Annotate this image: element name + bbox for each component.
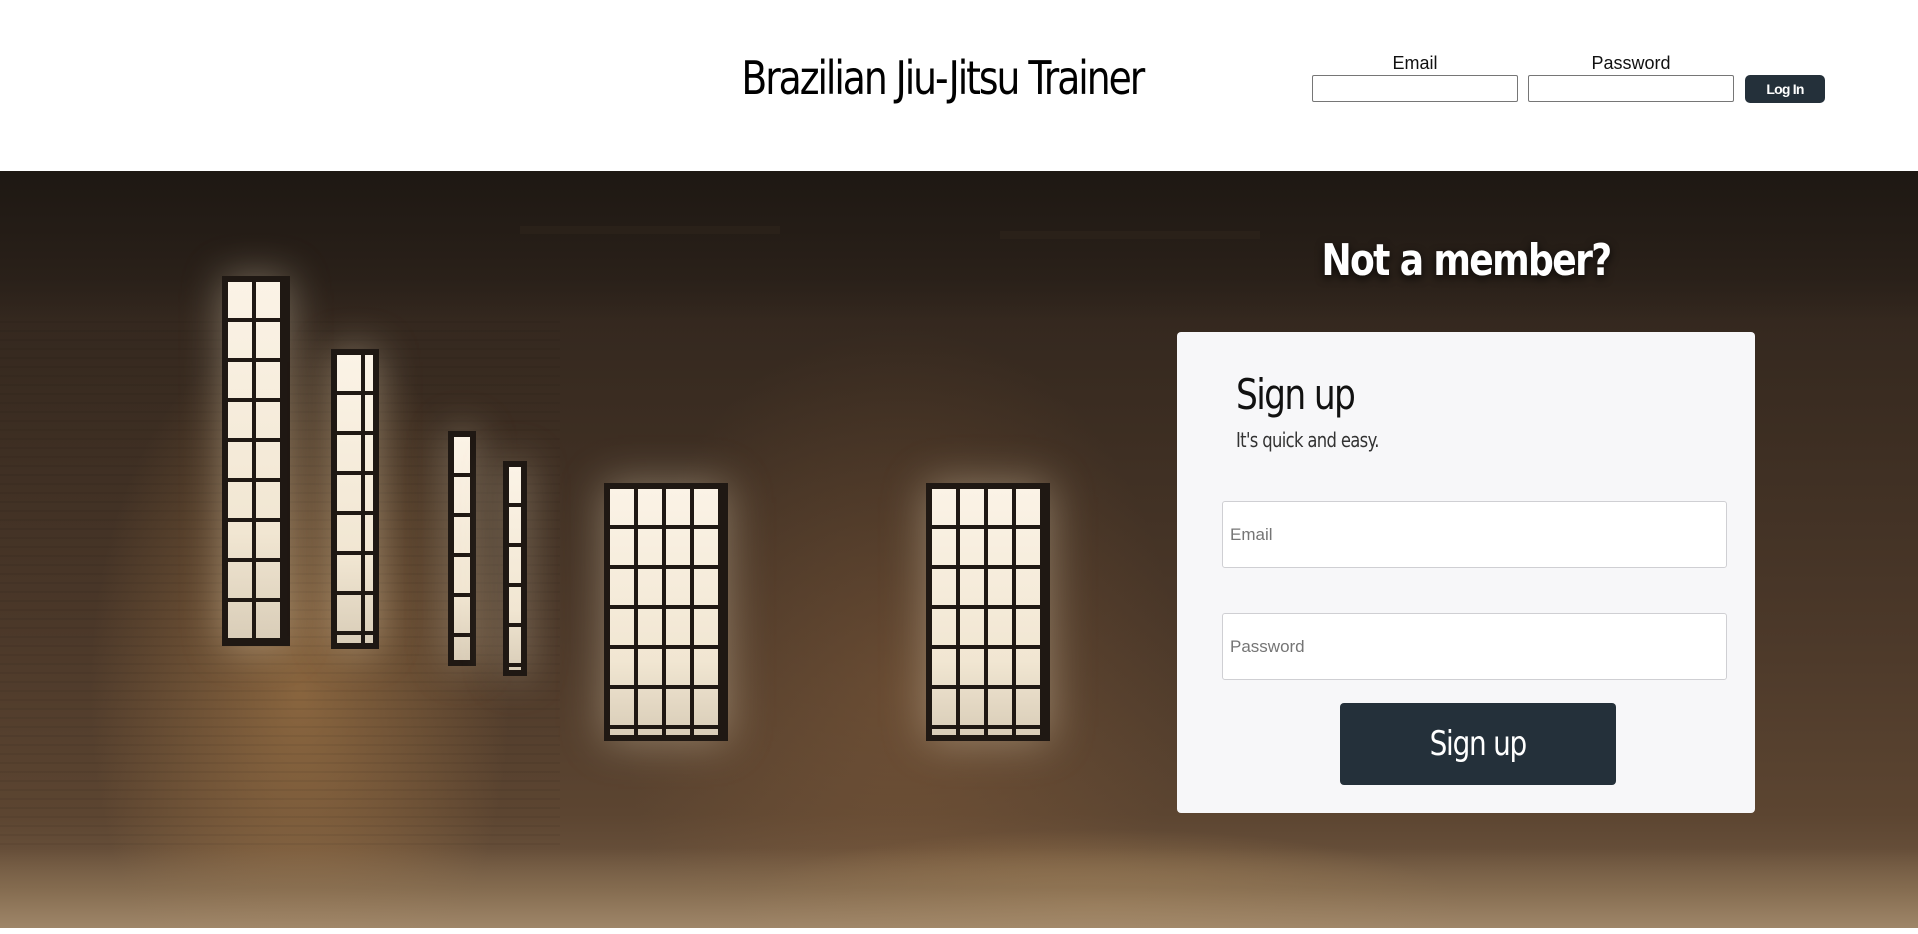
window: [926, 483, 1050, 741]
window: [503, 461, 527, 676]
header-email-input[interactable]: [1312, 75, 1518, 102]
window: [604, 483, 728, 741]
floor: [0, 848, 1918, 928]
signup-password-input[interactable]: [1222, 613, 1727, 680]
signup-button-label: Sign up: [1429, 724, 1528, 764]
header-password-input[interactable]: [1528, 75, 1734, 102]
header-password-label: Password: [1591, 53, 1671, 73]
header-email-group: Email: [1312, 52, 1518, 102]
header-email-label: Email: [1392, 53, 1438, 73]
window: [448, 431, 476, 666]
signup-title: Sign up: [1236, 370, 1356, 419]
header-password-group: Password: [1528, 52, 1734, 102]
signup-button[interactable]: Sign up: [1340, 703, 1616, 785]
site-title: Brazilian Jiu-Jitsu Trainer: [741, 51, 1145, 105]
signup-email-input[interactable]: [1222, 501, 1727, 568]
signup-card: Sign up It's quick and easy. Sign up: [1177, 332, 1755, 813]
login-button[interactable]: Log In: [1745, 75, 1825, 103]
site-header: Brazilian Jiu-Jitsu Trainer Email Passwo…: [0, 0, 1918, 171]
hero-section: Not a member? Sign up It's quick and eas…: [0, 171, 1918, 928]
signup-subtitle: It's quick and easy.: [1236, 428, 1379, 452]
window: [222, 276, 290, 646]
ceiling-beam: [520, 226, 780, 234]
window: [331, 349, 379, 649]
ceiling-beam: [1000, 231, 1260, 239]
not-member-heading: Not a member?: [1321, 235, 1612, 286]
